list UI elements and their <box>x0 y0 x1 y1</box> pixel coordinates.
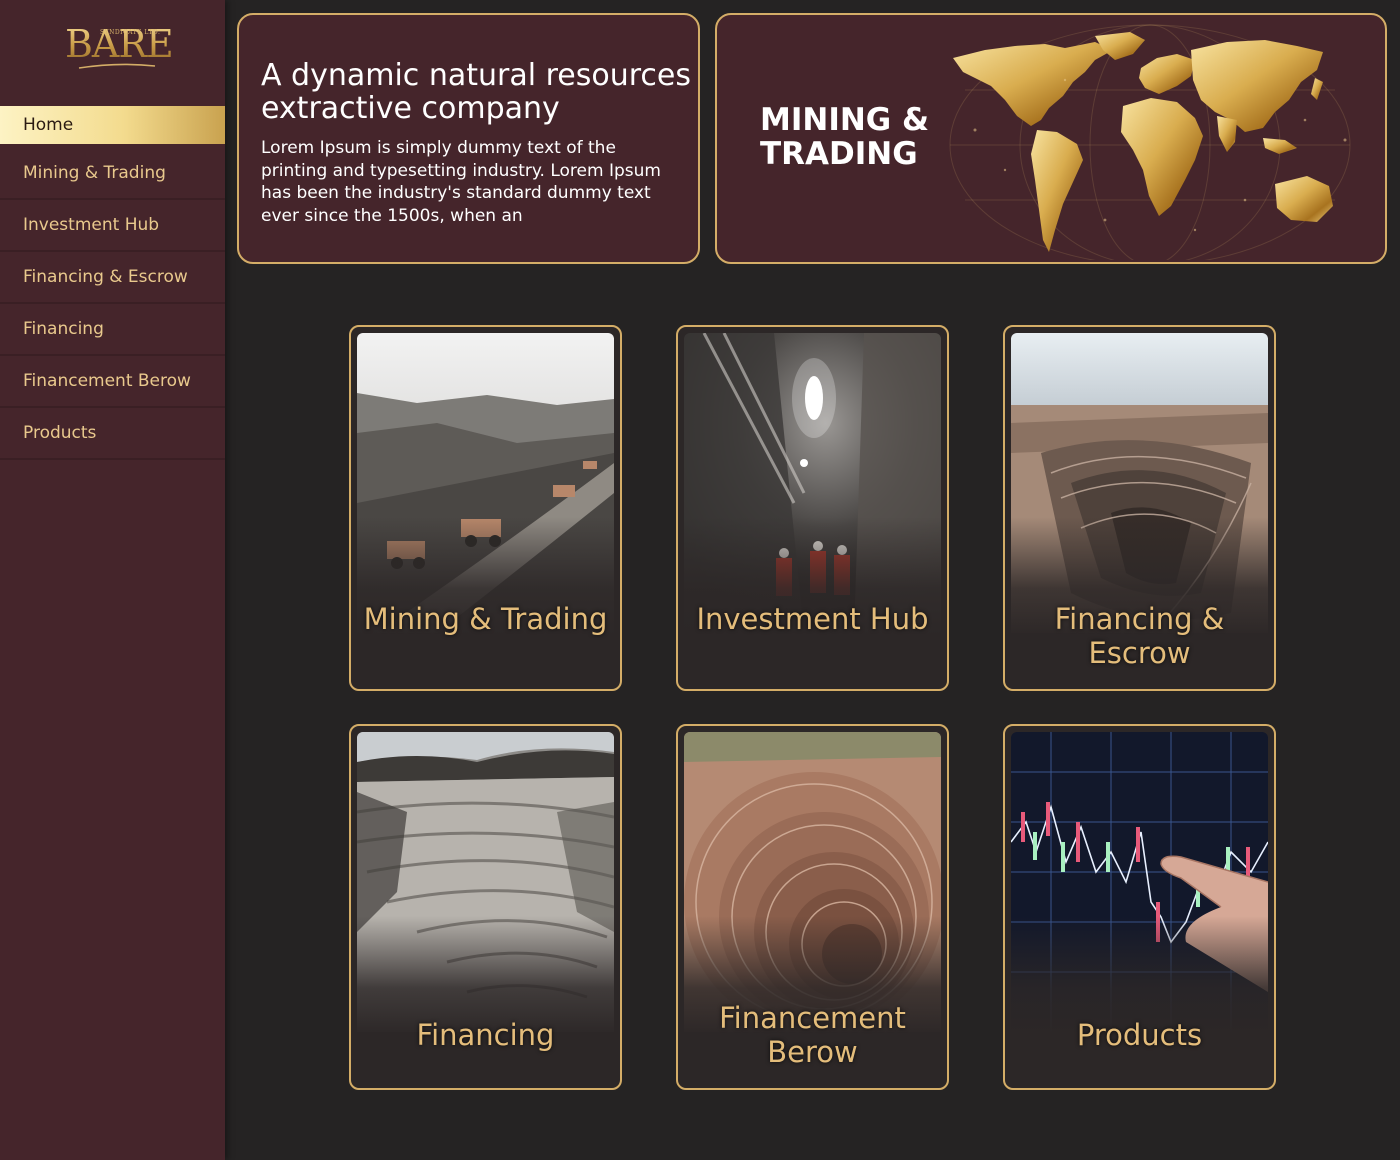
logo-tagline: SYNDICATE LTD. <box>100 29 161 36</box>
card-label: Financement Berow <box>719 1001 906 1069</box>
card-label: Investment Hub <box>696 602 929 636</box>
world-map-image <box>949 24 1351 260</box>
nav-item-financing[interactable]: Financing <box>0 304 225 356</box>
nav-item-label: Financement Berow <box>23 371 191 391</box>
card-financing-escrow[interactable]: Financing & Escrow <box>1003 325 1276 691</box>
nav-item-label: Investment Hub <box>23 215 160 235</box>
nav-item-label: Home <box>23 115 74 135</box>
card-label: Products <box>1076 1018 1203 1052</box>
card-label: Mining & Trading <box>363 602 608 636</box>
nav-item-label: Financing & Escrow <box>23 267 188 287</box>
brand-logo[interactable]: BARE SYNDICATE LTD. <box>62 18 174 74</box>
main-nav: Home Mining & Trading Investment Hub Fin… <box>0 106 225 460</box>
nav-item-investment-hub[interactable]: Investment Hub <box>0 200 225 252</box>
logo-swoosh-icon <box>78 63 156 69</box>
intro-panel: A dynamic natural resources extractive c… <box>237 13 700 264</box>
feature-title: MINING & TRADING <box>760 102 930 172</box>
intro-title: A dynamic natural resources extractive c… <box>261 58 691 126</box>
nav-item-home[interactable]: Home <box>0 106 225 144</box>
sidebar: BARE SYNDICATE LTD. Home Mining & Tradin… <box>0 0 225 1160</box>
nav-item-products[interactable]: Products <box>0 408 225 460</box>
card-financing[interactable]: Financing <box>349 724 622 1090</box>
nav-item-financing-escrow[interactable]: Financing & Escrow <box>0 252 225 304</box>
card-products[interactable]: Products <box>1003 724 1276 1090</box>
nav-item-label: Products <box>23 423 97 443</box>
feature-panel[interactable]: MINING & TRADING <box>715 13 1387 264</box>
nav-item-financement-berow[interactable]: Financement Berow <box>0 356 225 408</box>
nav-item-label: Financing <box>23 319 104 339</box>
card-mining-trading[interactable]: Mining & Trading <box>349 325 622 691</box>
card-label: Financing <box>416 1018 555 1052</box>
nav-item-label: Mining & Trading <box>23 163 166 183</box>
card-financement-berow[interactable]: Financement Berow <box>676 724 949 1090</box>
intro-body: Lorem Ipsum is simply dummy text of the … <box>261 138 661 226</box>
card-investment-hub[interactable]: Investment Hub <box>676 325 949 691</box>
card-label: Financing & Escrow <box>1054 602 1225 670</box>
nav-item-mining-trading[interactable]: Mining & Trading <box>0 148 225 200</box>
